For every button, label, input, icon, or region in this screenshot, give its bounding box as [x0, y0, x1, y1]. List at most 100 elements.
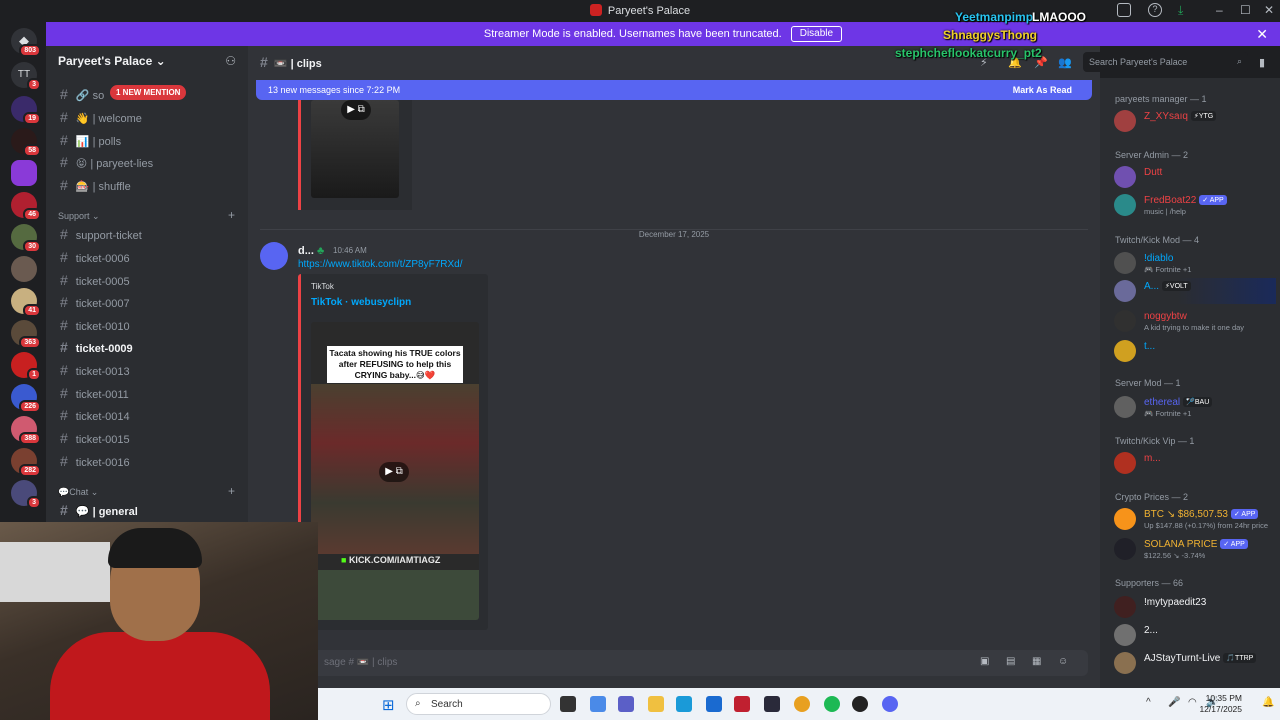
spotify-icon[interactable] [824, 696, 840, 712]
member-row[interactable]: SOLANA PRICE ✓ APP $122.56 ↘ -3.74% [1112, 536, 1276, 562]
server-icon[interactable] [11, 160, 37, 186]
avatar[interactable] [260, 242, 288, 270]
member-row[interactable]: noggybtw A kid trying to make it one day [1112, 308, 1276, 334]
add-channel-icon[interactable]: + [228, 484, 235, 498]
members-icon[interactable]: 👥 [1058, 56, 1072, 69]
channel-welcome[interactable]: # 👋 | welcome [54, 107, 244, 127]
server-icon[interactable]: 363 [11, 320, 41, 349]
microphone-icon[interactable]: 🎤 [1168, 697, 1180, 708]
member-row[interactable]: AJStayTurnt-Live 🎵TTRP [1112, 650, 1276, 676]
member-row[interactable]: t... [1112, 338, 1276, 364]
server-icon[interactable]: 1 [11, 352, 41, 381]
store-icon[interactable] [706, 696, 722, 712]
member-row[interactable]: Dutt [1112, 164, 1276, 190]
server-icon[interactable]: 41 [11, 288, 41, 317]
member-row[interactable]: 2... [1112, 622, 1276, 648]
search-icon: ⌕ [1236, 56, 1242, 66]
member-row[interactable]: !mytypaedit23 [1112, 594, 1276, 620]
channel-top-0[interactable]: # 🔗 so [54, 84, 244, 104]
member-row[interactable]: BTC ↘ $86,507.53 ✓ APP Up $147.88 (+0.17%)… [1112, 506, 1276, 532]
channel-support-ticket[interactable]: # support-ticket [54, 224, 244, 244]
help-icon[interactable]: ? [1148, 3, 1162, 17]
channel-shuffle[interactable]: # 🎰 | shuffle [54, 175, 244, 195]
search-input[interactable]: Search Paryeet's Palace ⌕ [1083, 52, 1248, 72]
sticker-icon[interactable]: ▦ [1032, 656, 1041, 667]
channel-paryeet-lies[interactable]: # 😝 | paryeet-lies [54, 152, 244, 172]
discord-icon[interactable] [882, 696, 898, 712]
mark-as-read-button[interactable]: Mark As Read [1013, 80, 1072, 100]
notification-icon[interactable]: 🔔 [1262, 697, 1274, 708]
server-icon[interactable]: 388 [11, 416, 41, 445]
close-icon[interactable]: ✕ [1256, 22, 1268, 46]
file-explorer-icon[interactable] [648, 696, 664, 712]
server-tt[interactable]: TT 3 [11, 62, 41, 91]
server-icon[interactable]: 19 [11, 96, 41, 125]
app-icon[interactable] [764, 696, 780, 712]
channel-ticket[interactable]: # ticket-0013 [54, 360, 244, 380]
role-tag: 🎵TTRP [1223, 653, 1257, 663]
channel-ticket[interactable]: # ticket-0010 [54, 315, 244, 335]
home-icon[interactable]: ◆ 803 [11, 28, 41, 57]
maximize-button[interactable]: ☐ [1240, 3, 1251, 17]
close-window-button[interactable]: ✕ [1264, 3, 1274, 17]
inbox-icon[interactable] [1117, 3, 1131, 17]
embed-title[interactable]: TikTok · webusyclipn [311, 297, 411, 308]
copilot-icon[interactable] [590, 696, 606, 712]
category-chat[interactable]: 💬Chat ⌄ [58, 487, 98, 498]
message-input[interactable]: sage # 📼 | clips ▣ ▤ ▦ ☺ [260, 650, 1088, 676]
wifi-icon[interactable]: ◠ [1188, 697, 1197, 708]
new-messages-bar[interactable]: 13 new messages since 7:22 PM Mark As Re… [256, 80, 1092, 100]
server-icon[interactable]: 30 [11, 224, 41, 253]
server-icon[interactable]: 226 [11, 384, 41, 413]
member-row[interactable]: Z_XYsaıq ⚡YTG [1112, 108, 1276, 134]
hash-icon: # [60, 339, 68, 355]
start-icon[interactable]: ⊞ [382, 696, 395, 714]
channel-polls[interactable]: # 📊 | polls [54, 130, 244, 150]
minimize-button[interactable]: – [1216, 3, 1223, 17]
task-view-icon[interactable] [560, 696, 576, 712]
embed-video[interactable]: Tacata showing his TRUE colors after REF… [311, 322, 479, 620]
message-author[interactable]: d... ♣ [298, 245, 324, 257]
channel-ticket[interactable]: # ticket-0011 [54, 383, 244, 403]
play-button[interactable]: ▶ ⧉ [341, 100, 371, 120]
server-icon[interactable] [11, 256, 37, 282]
app-icon[interactable] [852, 696, 868, 712]
disable-button[interactable]: Disable [790, 26, 843, 43]
taskbar-search[interactable]: ⌕ Search [406, 693, 551, 715]
member-row[interactable]: m... [1112, 450, 1276, 476]
member-row[interactable]: FredBoat22 ✓ APP music | /help [1112, 192, 1276, 218]
server-icon[interactable]: 46 [11, 192, 41, 221]
edge-icon[interactable] [676, 696, 692, 712]
server-icon[interactable]: 58 [11, 128, 41, 157]
server-header[interactable]: Paryeet's Palace ⌄ ⚇ [46, 46, 248, 78]
teams-icon[interactable] [618, 696, 634, 712]
clock[interactable]: 10:35 PM 12/17/2025 [1199, 693, 1242, 715]
server-icon[interactable]: 282 [11, 448, 41, 477]
nba-icon[interactable] [734, 696, 750, 712]
add-channel-icon[interactable]: + [228, 208, 235, 222]
chevron-up-icon[interactable]: ^ [1146, 697, 1151, 708]
channel-ticket[interactable]: # ticket-0014 [54, 405, 244, 425]
bitcoin-icon [1114, 508, 1136, 530]
add-member-icon[interactable]: ⚇ [225, 54, 236, 68]
inbox-icon[interactable]: ▮ [1259, 56, 1265, 69]
channel-ticket[interactable]: # ticket-0005 [54, 270, 244, 290]
emoji-icon[interactable]: ☺ [1058, 656, 1068, 667]
server-icon[interactable]: 3 [11, 480, 41, 509]
download-icon[interactable]: ⤓ [1178, 3, 1183, 18]
member-row[interactable]: !diablo 🎮 Fortnite +1 [1112, 250, 1276, 276]
chrome-icon[interactable] [794, 696, 810, 712]
category-support[interactable]: Support ⌄ [58, 211, 100, 222]
channel-general[interactable]: # 💬 | general [54, 500, 244, 520]
play-button[interactable]: ▶ ⧉ [379, 462, 409, 482]
gift-icon[interactable]: ▣ [980, 656, 989, 667]
channel-ticket[interactable]: # ticket-0016 [54, 451, 244, 471]
channel-ticket[interactable]: # ticket-0007 [54, 292, 244, 312]
channel-ticket-active[interactable]: # ticket-0009 [54, 337, 244, 357]
message-link[interactable]: https://www.tiktok.com/t/ZP8yF7RXd/ [298, 259, 463, 270]
member-row[interactable]: A... ⚡VOLT [1112, 278, 1276, 304]
channel-ticket[interactable]: # ticket-0006 [54, 247, 244, 267]
gif-icon[interactable]: ▤ [1006, 656, 1015, 667]
channel-ticket[interactable]: # ticket-0015 [54, 428, 244, 448]
member-row[interactable]: ethereal 🏸BAU 🎮 Fortnite +1 [1112, 394, 1276, 420]
